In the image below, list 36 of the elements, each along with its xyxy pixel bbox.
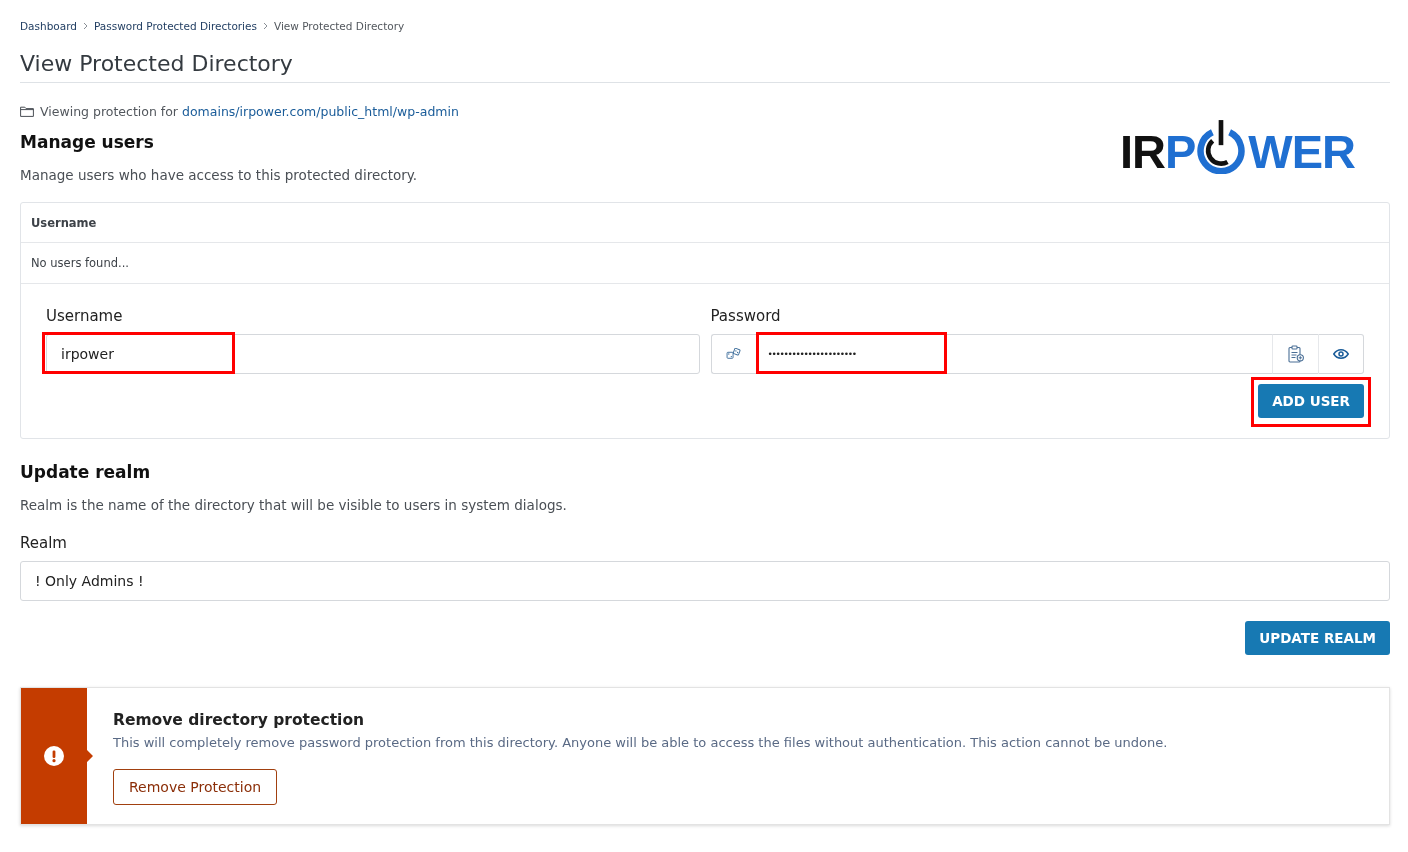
column-header: Username (31, 215, 97, 230)
chevron-icon (262, 22, 268, 30)
field-label: Password (710, 306, 782, 326)
field-label: Username (46, 306, 124, 326)
alert-message: This will completely remove password protection from this directory. Anyone will be able to access the files without authentication. This action cannot be undone. (113, 734, 1168, 752)
directory-path-link[interactable]: domains/irpower.com/public_html/wp-admin (182, 103, 459, 119)
realm-field[interactable]: ! Only Admins ! (20, 561, 1390, 601)
show-password-button[interactable] (1318, 334, 1364, 374)
breadcrumb-link[interactable]: Dashboard (20, 19, 77, 33)
dice-icon (726, 348, 741, 360)
empty-table-message: No users found... (31, 256, 129, 270)
section-heading: Update realm (20, 461, 152, 483)
remove-protection-button[interactable]: Remove Protection (113, 769, 278, 805)
alert-title: Remove directory protection (113, 710, 366, 730)
copy-password-button[interactable] (1272, 334, 1318, 374)
add-user-button[interactable]: ADD USER (1258, 384, 1364, 418)
breadcrumb-link[interactable]: Password Protected Directories (93, 19, 257, 33)
eye-icon (1333, 349, 1349, 359)
page-title: View Protected Directory (20, 50, 1390, 83)
username-field[interactable]: irpower (46, 334, 700, 374)
exclamation-icon (44, 746, 64, 766)
field-label: Realm (20, 533, 68, 553)
path-label: Viewing protection for (40, 103, 178, 119)
logo-text: P (1165, 130, 1196, 174)
power-icon (1195, 120, 1248, 174)
chevron-icon (82, 22, 88, 30)
logo-text: WER (1248, 130, 1355, 174)
section-heading: Manage users (20, 131, 155, 153)
clipboard-icon (1287, 345, 1304, 363)
generate-password-button[interactable] (710, 334, 756, 374)
folder-icon (20, 105, 34, 117)
section-description: Realm is the name of the directory that will be visible to users in system dialogs. (20, 496, 568, 514)
section-description: Manage users who have access to this protected directory. (20, 166, 419, 184)
update-realm-button[interactable]: UPDATE REALM (1245, 621, 1390, 655)
logo-text: IR (1120, 130, 1165, 174)
current-page-label: View Protected Directory (273, 19, 405, 33)
